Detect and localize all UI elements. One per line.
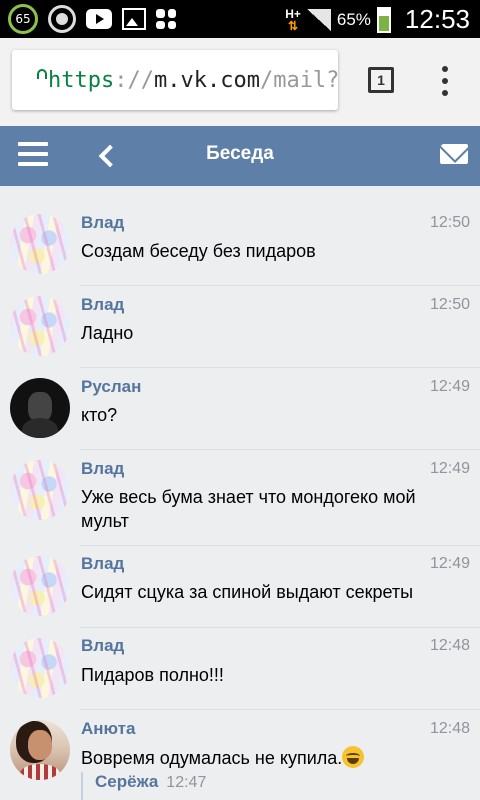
- mail-icon[interactable]: [440, 144, 468, 164]
- message-time: 12:50: [429, 214, 470, 231]
- forwarded-message[interactable]: Серёжа 12:47: [81, 772, 206, 800]
- tab-switcher-button[interactable]: 1: [368, 67, 394, 93]
- avatar[interactable]: [10, 720, 70, 780]
- message-item[interactable]: Влад 12:49 Сидят сцука за спиной выдают …: [0, 546, 480, 628]
- forwarded-author[interactable]: Серёжа: [95, 772, 158, 791]
- url-scheme: https: [48, 67, 115, 93]
- forwarded-time: 12:47: [166, 774, 207, 791]
- message-author[interactable]: Влад: [81, 636, 124, 656]
- avatar[interactable]: [10, 214, 70, 274]
- message-text-wrap: Вовремя одумалась не купила.: [81, 746, 460, 770]
- apps-icon: [156, 9, 176, 29]
- message-author[interactable]: Влад: [81, 213, 124, 233]
- message-text: Пидаров полно!!!: [81, 665, 224, 685]
- avatar[interactable]: [10, 460, 70, 520]
- message-author[interactable]: Влад: [81, 459, 124, 479]
- avatar[interactable]: [10, 296, 70, 356]
- message-author[interactable]: Влад: [81, 295, 124, 315]
- page-title: Беседа: [206, 143, 274, 164]
- message-item[interactable]: Влад 12:50 Ладно: [0, 286, 480, 368]
- browser-toolbar: https://m.vk.com/mail?a 1: [0, 38, 480, 126]
- youtube-icon: [86, 9, 112, 29]
- message-author[interactable]: Анюта: [81, 719, 135, 739]
- battery-percent: 65%: [336, 9, 371, 29]
- message-time: 12:50: [429, 296, 470, 313]
- message-time: 12:49: [429, 378, 470, 395]
- url-text[interactable]: https://m.vk.com/mail?a: [48, 68, 338, 93]
- message-item[interactable]: Влад 12:50 Создам беседу без пидаров: [0, 202, 480, 286]
- message-time: 12:49: [429, 460, 470, 477]
- message-time: 12:48: [429, 637, 470, 654]
- status-bar: 65 H+ ⇅ 65% 12:53: [0, 0, 480, 38]
- app-header: Беседа: [0, 126, 480, 186]
- address-bar[interactable]: https://m.vk.com/mail?a: [12, 50, 338, 110]
- notification-count-icon: 65: [8, 4, 38, 34]
- clock: 12:53: [404, 4, 470, 34]
- message-text: Уже весь бума знает что мондогеко мой му…: [81, 487, 416, 531]
- message-text: Сидят сцука за спиной выдают секреты: [81, 582, 414, 602]
- message-text: Вовремя одумалась не купила.: [81, 748, 343, 768]
- battery-icon: [376, 6, 391, 33]
- network-type: H+ ⇅: [285, 6, 301, 33]
- message-author[interactable]: Влад: [81, 554, 124, 574]
- grinning-face-sweat-icon: [342, 746, 365, 768]
- message-item[interactable]: Влад 12:48 Пидаров полно!!!: [0, 628, 480, 710]
- message-item[interactable]: Влад 12:49 Уже весь бума знает что мондо…: [0, 450, 480, 546]
- record-icon: [48, 5, 76, 33]
- url-separator: ://: [114, 67, 154, 93]
- signal-icon: [306, 8, 331, 31]
- message-author[interactable]: Руслан: [81, 377, 141, 397]
- avatar[interactable]: [10, 556, 70, 616]
- message-time: 12:49: [429, 555, 470, 572]
- url-path: /mail?a: [259, 67, 338, 93]
- avatar[interactable]: [10, 638, 70, 698]
- image-icon: [122, 8, 146, 30]
- message-time: 12:48: [429, 720, 470, 737]
- message-text: Ладно: [81, 323, 134, 343]
- message-text: кто?: [81, 405, 118, 425]
- message-item[interactable]: Анюта 12:48 Вовремя одумалась не купила.: [0, 710, 480, 800]
- message-text: Создам беседу без пидаров: [81, 241, 316, 261]
- url-domain: m.vk.com: [153, 67, 260, 93]
- avatar[interactable]: [10, 378, 70, 438]
- message-item[interactable]: Руслан 12:49 кто?: [0, 368, 480, 450]
- overflow-menu-icon[interactable]: [442, 66, 448, 96]
